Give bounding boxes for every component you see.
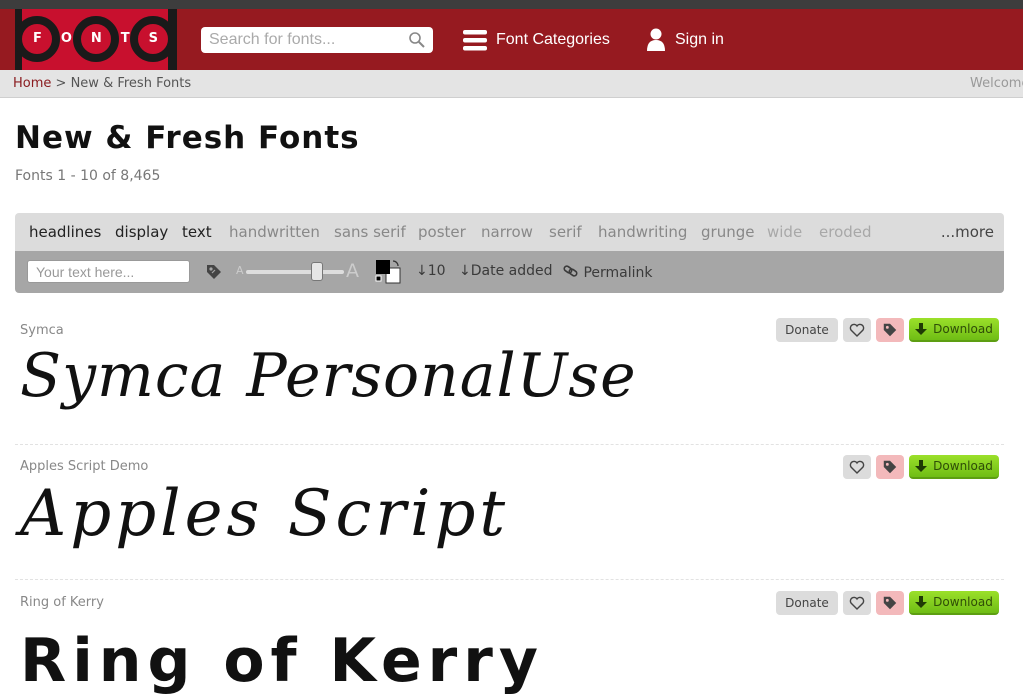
category-handwriting[interactable]: handwriting xyxy=(598,223,687,241)
download-label: Download xyxy=(933,459,993,473)
heart-icon xyxy=(849,323,865,337)
category-bar: headlines display text handwritten sans … xyxy=(15,213,1004,251)
download-label: Download xyxy=(933,322,993,336)
font-preview[interactable]: Ring of Kerry xyxy=(20,626,544,696)
font-categories-link[interactable]: Font Categories xyxy=(463,9,610,70)
categories-more-link[interactable]: ...more xyxy=(941,223,994,241)
download-icon xyxy=(915,323,928,335)
category-headlines[interactable]: headlines xyxy=(29,223,101,241)
font-name-link[interactable]: Apples Script Demo xyxy=(20,459,148,474)
category-display[interactable]: display xyxy=(115,223,168,241)
category-poster[interactable]: poster xyxy=(418,223,466,241)
sort-down-icon: ↓ xyxy=(416,263,428,279)
sign-in-label: Sign in xyxy=(675,30,724,48)
donate-button[interactable]: Donate xyxy=(776,591,838,615)
favorite-button[interactable] xyxy=(843,318,871,342)
results-count: Fonts 1 - 10 of 8,465 xyxy=(15,168,161,184)
search-icon[interactable] xyxy=(408,31,426,53)
site-header: FONTS Font Categories Sign in xyxy=(0,9,1023,70)
download-icon xyxy=(915,596,928,608)
link-icon xyxy=(563,265,578,277)
tag-icon[interactable] xyxy=(205,263,223,285)
tag-button[interactable] xyxy=(876,591,904,615)
tag-button[interactable] xyxy=(876,318,904,342)
user-icon xyxy=(646,28,666,52)
font-categories-label: Font Categories xyxy=(496,30,610,48)
category-grunge[interactable]: grunge xyxy=(701,223,754,241)
page-title: New & Fresh Fonts xyxy=(15,120,360,156)
preview-text-input[interactable] xyxy=(27,260,190,283)
favorite-button[interactable] xyxy=(843,591,871,615)
logo-text: FONTS xyxy=(33,31,177,46)
font-preview[interactable]: Symca PersonalUse xyxy=(20,341,637,411)
sort-arrow-icon: ↓ xyxy=(459,263,471,279)
tag-icon xyxy=(883,323,897,337)
download-button[interactable]: Download xyxy=(909,591,999,615)
sign-in-link[interactable]: Sign in xyxy=(646,9,724,70)
category-eroded[interactable]: eroded xyxy=(819,223,872,241)
site-logo[interactable]: FONTS xyxy=(15,9,177,70)
donate-button[interactable]: Donate xyxy=(776,318,838,342)
heart-icon xyxy=(849,596,865,610)
breadcrumb-trail: Home > New & Fresh Fonts xyxy=(13,76,191,91)
breadcrumb-separator: > xyxy=(55,76,67,91)
font-row: Apples Script Demo Download Apples Scrip… xyxy=(15,445,1004,580)
sort-order-label: Date added xyxy=(470,263,553,279)
font-row: Ring of Kerry Donate Download Ring of Ke… xyxy=(15,580,1004,696)
breadcrumb: Home > New & Fresh Fonts Welcome xyxy=(0,70,1023,98)
category-text[interactable]: text xyxy=(182,223,212,241)
download-button[interactable]: Download xyxy=(909,318,999,342)
favorite-button[interactable] xyxy=(843,455,871,479)
download-label: Download xyxy=(933,595,993,609)
permalink-label: Permalink xyxy=(583,265,653,281)
download-icon xyxy=(915,460,928,472)
category-serif[interactable]: serif xyxy=(549,223,582,241)
tag-button[interactable] xyxy=(876,455,904,479)
results-per-page-value: 10 xyxy=(427,263,446,279)
category-narrow[interactable]: narrow xyxy=(481,223,533,241)
welcome-text: Welcome xyxy=(970,76,1023,91)
preview-toolbar: A A ↓10 ↓Date added Permalink xyxy=(15,251,1004,293)
breadcrumb-current: New & Fresh Fonts xyxy=(70,76,192,91)
font-size-slider-track[interactable] xyxy=(246,270,344,274)
top-strip xyxy=(0,0,1023,9)
sort-order[interactable]: ↓Date added xyxy=(459,263,553,279)
results-per-page[interactable]: ↓10 xyxy=(416,263,446,279)
menu-icon xyxy=(463,29,487,51)
search-input[interactable] xyxy=(201,27,401,53)
font-preview[interactable]: Apples Script xyxy=(20,477,509,551)
font-size-large-icon: A xyxy=(346,260,359,282)
font-size-slider-thumb[interactable] xyxy=(311,262,323,281)
font-size-small-icon: A xyxy=(236,264,244,277)
font-row: Symca Donate Download Symca PersonalUse xyxy=(15,311,1004,445)
color-picker-icon[interactable] xyxy=(375,259,403,289)
category-wide[interactable]: wide xyxy=(767,223,802,241)
download-button[interactable]: Download xyxy=(909,455,999,479)
breadcrumb-home[interactable]: Home xyxy=(13,76,51,91)
permalink-link[interactable]: Permalink xyxy=(563,264,653,281)
category-sans-serif[interactable]: sans serif xyxy=(334,223,406,241)
search-box xyxy=(201,27,433,53)
tag-icon xyxy=(883,460,897,474)
category-handwritten[interactable]: handwritten xyxy=(229,223,320,241)
tag-icon xyxy=(883,596,897,610)
font-name-link[interactable]: Symca xyxy=(20,323,64,338)
heart-icon xyxy=(849,460,865,474)
font-name-link[interactable]: Ring of Kerry xyxy=(20,595,104,610)
